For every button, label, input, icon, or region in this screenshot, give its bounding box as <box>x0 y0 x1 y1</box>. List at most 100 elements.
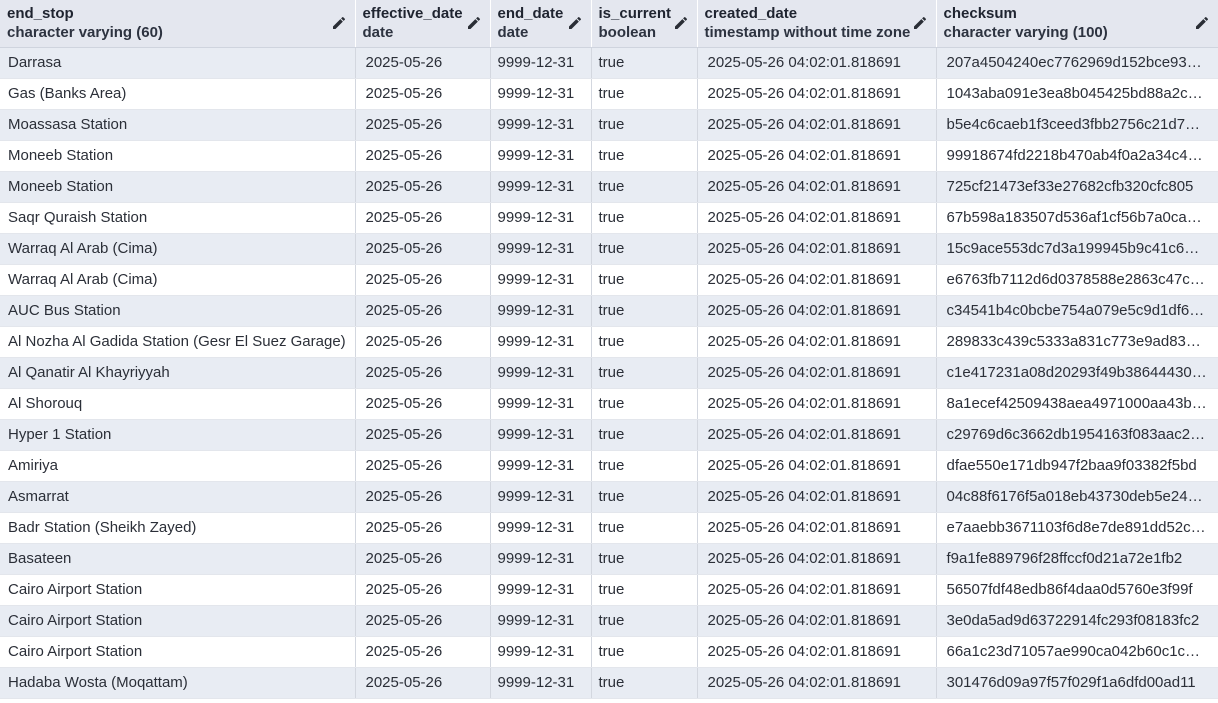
cell-is-current[interactable]: true <box>591 388 698 420</box>
table-row[interactable]: Moneeb Station 2025-05-26 9999-12-31 true 20… <box>0 171 1218 203</box>
cell-end-stop[interactable]: Cairo Airport Station <box>0 636 356 668</box>
cell-is-current[interactable]: true <box>591 605 698 637</box>
table-row[interactable]: Gas (Banks Area) 2025-05-26 9999-12-31 true… <box>0 78 1218 110</box>
table-row[interactable]: Asmarrat 2025-05-26 9999-12-31 true 2025-05-… <box>0 481 1218 513</box>
cell-end-stop[interactable]: Warraq Al Arab (Cima) <box>0 264 356 296</box>
cell-end-stop[interactable]: Amiriya <box>0 450 356 482</box>
cell-checksum[interactable]: c29769d6c3662db1954163f083aac2… <box>936 419 1218 451</box>
cell-end-stop[interactable]: Asmarrat <box>0 481 356 513</box>
cell-checksum[interactable]: 8a1ecef42509438aea4971000aa43b… <box>936 388 1218 420</box>
cell-end-date[interactable]: 9999-12-31 <box>490 481 592 513</box>
cell-checksum[interactable]: 15c9ace553dc7d3a199945b9c41c6… <box>936 233 1218 265</box>
column-header-is-current[interactable]: is_current boolean <box>591 0 698 48</box>
table-row[interactable]: Al Shorouq 2025-05-26 9999-12-31 true 2025-0… <box>0 388 1218 420</box>
table-row[interactable]: Saqr Quraish Station 2025-05-26 9999-12-31… <box>0 202 1218 234</box>
table-row[interactable]: Moneeb Station 2025-05-26 9999-12-31 true 20… <box>0 140 1218 172</box>
cell-effective-date[interactable]: 2025-05-26 <box>355 574 491 606</box>
cell-end-date[interactable]: 9999-12-31 <box>490 109 592 141</box>
table-row[interactable]: Al Nozha Al Gadida Station (Gesr El Suez… <box>0 326 1218 358</box>
cell-effective-date[interactable]: 2025-05-26 <box>355 47 491 79</box>
column-header-checksum[interactable]: checksum character varying (100) <box>936 0 1218 48</box>
cell-end-stop[interactable]: Hadaba Wosta (Moqattam) <box>0 667 356 699</box>
cell-end-stop[interactable]: Cairo Airport Station <box>0 574 356 606</box>
cell-end-date[interactable]: 9999-12-31 <box>490 512 592 544</box>
cell-end-date[interactable]: 9999-12-31 <box>490 605 592 637</box>
table-row[interactable]: Moassasa Station 2025-05-26 9999-12-31 true… <box>0 109 1218 141</box>
cell-end-stop[interactable]: Gas (Banks Area) <box>0 78 356 110</box>
cell-checksum[interactable]: 66a1c23d71057ae990ca042b60c1c… <box>936 636 1218 668</box>
cell-end-stop[interactable]: Basateen <box>0 543 356 575</box>
cell-created-date[interactable]: 2025-05-26 04:02:01.818691 <box>697 636 937 668</box>
cell-effective-date[interactable]: 2025-05-26 <box>355 140 491 172</box>
cell-end-stop[interactable]: AUC Bus Station <box>0 295 356 327</box>
cell-end-stop[interactable]: Al Nozha Al Gadida Station (Gesr El Suez… <box>0 326 356 358</box>
table-row[interactable]: Cairo Airport Station 2025-05-26 9999-12-3… <box>0 605 1218 637</box>
cell-checksum[interactable]: f9a1fe889796f28ffccf0d21a72e1fb2 <box>936 543 1218 575</box>
table-row[interactable]: Darrasa 2025-05-26 9999-12-31 true 2025-05-2… <box>0 47 1218 79</box>
cell-effective-date[interactable]: 2025-05-26 <box>355 667 491 699</box>
cell-created-date[interactable]: 2025-05-26 04:02:01.818691 <box>697 543 937 575</box>
cell-end-stop[interactable]: Cairo Airport Station <box>0 605 356 637</box>
cell-effective-date[interactable]: 2025-05-26 <box>355 512 491 544</box>
cell-end-stop[interactable]: Hyper 1 Station <box>0 419 356 451</box>
cell-end-date[interactable]: 9999-12-31 <box>490 202 592 234</box>
cell-created-date[interactable]: 2025-05-26 04:02:01.818691 <box>697 202 937 234</box>
table-row[interactable]: Warraq Al Arab (Cima) 2025-05-26 9999-12-3… <box>0 264 1218 296</box>
cell-effective-date[interactable]: 2025-05-26 <box>355 543 491 575</box>
cell-checksum[interactable]: 207a4504240ec7762969d152bce93… <box>936 47 1218 79</box>
table-row[interactable]: Basateen 2025-05-26 9999-12-31 true 2025-05-… <box>0 543 1218 575</box>
cell-created-date[interactable]: 2025-05-26 04:02:01.818691 <box>697 295 937 327</box>
cell-checksum[interactable]: 99918674fd2218b470ab4f0a2a34c4… <box>936 140 1218 172</box>
cell-checksum[interactable]: 56507fdf48edb86f4daa0d5760e3f99f <box>936 574 1218 606</box>
cell-created-date[interactable]: 2025-05-26 04:02:01.818691 <box>697 47 937 79</box>
cell-created-date[interactable]: 2025-05-26 04:02:01.818691 <box>697 450 937 482</box>
cell-created-date[interactable]: 2025-05-26 04:02:01.818691 <box>697 667 937 699</box>
cell-end-date[interactable]: 9999-12-31 <box>490 388 592 420</box>
cell-effective-date[interactable]: 2025-05-26 <box>355 357 491 389</box>
table-row[interactable]: Amiriya 2025-05-26 9999-12-31 true 2025-05-2… <box>0 450 1218 482</box>
cell-end-date[interactable]: 9999-12-31 <box>490 295 592 327</box>
table-row[interactable]: Cairo Airport Station 2025-05-26 9999-12-3… <box>0 574 1218 606</box>
column-header-effective-date[interactable]: effective_date date <box>355 0 491 48</box>
cell-checksum[interactable]: 04c88f6176f5a018eb43730deb5e24… <box>936 481 1218 513</box>
cell-is-current[interactable]: true <box>591 233 698 265</box>
cell-checksum[interactable]: 725cf21473ef33e27682cfb320cfc805 <box>936 171 1218 203</box>
pencil-icon[interactable] <box>567 15 583 31</box>
cell-is-current[interactable]: true <box>591 450 698 482</box>
cell-effective-date[interactable]: 2025-05-26 <box>355 636 491 668</box>
cell-is-current[interactable]: true <box>591 295 698 327</box>
cell-created-date[interactable]: 2025-05-26 04:02:01.818691 <box>697 388 937 420</box>
cell-end-stop[interactable]: Saqr Quraish Station <box>0 202 356 234</box>
cell-created-date[interactable]: 2025-05-26 04:02:01.818691 <box>697 357 937 389</box>
cell-end-stop[interactable]: Moneeb Station <box>0 171 356 203</box>
cell-end-date[interactable]: 9999-12-31 <box>490 171 592 203</box>
column-header-end-stop[interactable]: end_stop character varying (60) <box>0 0 356 48</box>
cell-is-current[interactable]: true <box>591 264 698 296</box>
cell-created-date[interactable]: 2025-05-26 04:02:01.818691 <box>697 481 937 513</box>
pencil-icon[interactable] <box>1194 15 1210 31</box>
cell-end-stop[interactable]: Moneeb Station <box>0 140 356 172</box>
cell-created-date[interactable]: 2025-05-26 04:02:01.818691 <box>697 264 937 296</box>
table-row[interactable]: Badr Station (Sheikh Zayed) 2025-05-26 999… <box>0 512 1218 544</box>
cell-end-date[interactable]: 9999-12-31 <box>490 47 592 79</box>
cell-checksum[interactable]: 1043aba091e3ea8b045425bd88a2c… <box>936 78 1218 110</box>
cell-is-current[interactable]: true <box>591 636 698 668</box>
cell-checksum[interactable]: b5e4c6caeb1f3ceed3fbb2756c21d7… <box>936 109 1218 141</box>
cell-is-current[interactable]: true <box>591 481 698 513</box>
cell-created-date[interactable]: 2025-05-26 04:02:01.818691 <box>697 605 937 637</box>
cell-is-current[interactable]: true <box>591 574 698 606</box>
cell-end-stop[interactable]: Moassasa Station <box>0 109 356 141</box>
cell-created-date[interactable]: 2025-05-26 04:02:01.818691 <box>697 171 937 203</box>
cell-created-date[interactable]: 2025-05-26 04:02:01.818691 <box>697 140 937 172</box>
cell-effective-date[interactable]: 2025-05-26 <box>355 171 491 203</box>
cell-is-current[interactable]: true <box>591 357 698 389</box>
cell-end-date[interactable]: 9999-12-31 <box>490 450 592 482</box>
cell-is-current[interactable]: true <box>591 47 698 79</box>
cell-is-current[interactable]: true <box>591 171 698 203</box>
cell-effective-date[interactable]: 2025-05-26 <box>355 419 491 451</box>
cell-created-date[interactable]: 2025-05-26 04:02:01.818691 <box>697 326 937 358</box>
cell-effective-date[interactable]: 2025-05-26 <box>355 450 491 482</box>
table-row[interactable]: Al Qanatir Al Khayriyyah 2025-05-26 9999-1… <box>0 357 1218 389</box>
cell-checksum[interactable]: c1e417231a08d20293f49b38644430… <box>936 357 1218 389</box>
cell-end-date[interactable]: 9999-12-31 <box>490 326 592 358</box>
